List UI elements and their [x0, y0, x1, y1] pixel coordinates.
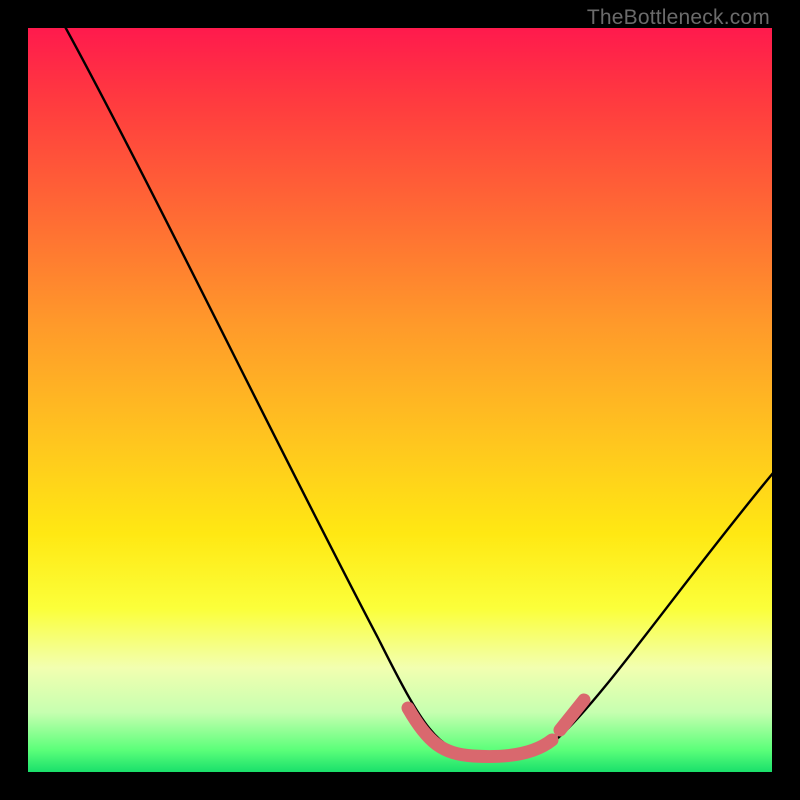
chart-frame: TheBottleneck.com — [0, 0, 800, 800]
chart-plot-area — [28, 28, 772, 772]
main-curve-path — [63, 28, 772, 756]
highlight-path — [408, 700, 584, 757]
watermark-text: TheBottleneck.com — [587, 6, 770, 30]
curve-svg — [28, 28, 772, 772]
